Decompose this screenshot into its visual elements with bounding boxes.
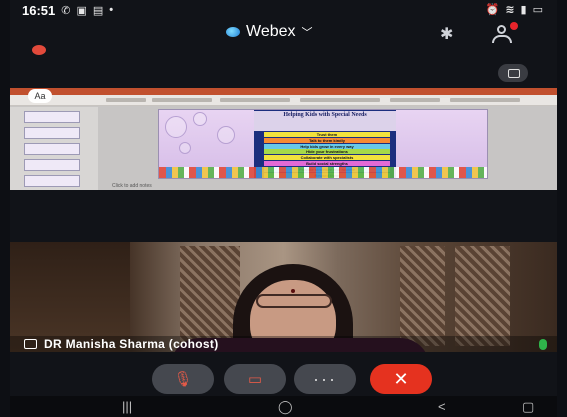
ribbon-group [152, 98, 212, 102]
alarm-icon: ⏰ [485, 4, 500, 16]
status-left: 16:51 ✆ ▣ ▤ • [22, 3, 113, 18]
slide-thumbnail [24, 127, 80, 139]
background-lattice [455, 246, 510, 346]
current-slide: Helping Kids with Special Needs Trust th… [158, 109, 488, 179]
close-icon: ✕ [393, 368, 409, 389]
slide-thumbnail [24, 175, 80, 187]
slide-thumbnail [24, 159, 80, 171]
ribbon-group [300, 98, 380, 102]
video-off-icon: ▭ [247, 371, 263, 388]
app-name: Webex [246, 23, 296, 40]
app-header: Webex ﹀ ✱ [10, 20, 557, 48]
participant-glasses [256, 294, 332, 308]
more-options-button[interactable]: ··· [294, 364, 356, 394]
leave-meeting-button[interactable]: ✕ [370, 364, 432, 394]
slide-title: Helping Kids with Special Needs [254, 111, 396, 131]
background-lattice [180, 246, 240, 346]
annotation-cursor-badge: Aa [28, 89, 52, 103]
participants-icon-head [497, 25, 506, 34]
participants-icon[interactable] [492, 22, 518, 43]
whatsapp-icon: ✆ [61, 4, 71, 17]
background-lattice [400, 246, 445, 346]
back-button[interactable]: < [438, 399, 446, 414]
participant-name-bar: DR Manisha Sharma (cohost) [10, 336, 557, 352]
slide-thumbnail [24, 111, 80, 123]
recents-button[interactable]: ||| [122, 399, 132, 414]
ribbon-group [450, 98, 520, 102]
slide-thumbnails-pane [10, 107, 98, 190]
system-nav-bar: ||| ◯ < ▢ [10, 396, 557, 417]
chevron-down-icon: ﹀ [301, 27, 313, 39]
wifi-icon: ≋ [505, 4, 515, 16]
slide-line: Help kids grow in every way [264, 143, 390, 149]
screen-record-icon: ▣ [76, 4, 87, 17]
screen-share-icon [24, 339, 37, 349]
meeting-switcher[interactable]: Webex ﹀ [226, 23, 313, 41]
ribbon-group [220, 98, 290, 102]
slide-line: Talk to them kindly [264, 137, 390, 143]
layout-toggle-button[interactable] [498, 64, 528, 82]
notification-badge [510, 22, 518, 30]
presentation-ribbon [10, 95, 557, 106]
battery-icon: ▭ [532, 4, 543, 16]
presentation-titlebar [10, 88, 557, 95]
more-icon: ··· [313, 368, 337, 389]
meeting-screen: 16:51 ✆ ▣ ▤ • ⏰ ≋ ▮ ▭ Webex ﹀ ✱ Aa Helpi… [10, 0, 557, 417]
participants-icon-body [492, 35, 512, 43]
gallery-icon: ▤ [92, 4, 104, 17]
ribbon-group [390, 98, 440, 102]
slide-bubble [165, 116, 187, 138]
participant-bindi [291, 289, 295, 293]
screenshot-button[interactable]: ▢ [522, 399, 534, 415]
slide-line: Build social strengths [264, 161, 390, 166]
bluetooth-icon[interactable]: ✱ [440, 24, 453, 44]
signal-icon: ▮ [520, 4, 527, 16]
notification-dot-icon: • [109, 4, 114, 16]
webex-logo-icon [226, 27, 240, 37]
mic-active-icon [539, 339, 547, 350]
status-time: 16:51 [22, 2, 56, 18]
video-toggle-button[interactable]: ▭ [224, 364, 286, 394]
ribbon-group [106, 98, 146, 102]
mic-muted-icon: 🎙 [173, 371, 193, 388]
slide-bubble [179, 142, 191, 154]
status-bar: 16:51 ✆ ▣ ▤ • ⏰ ≋ ▮ ▭ [10, 0, 557, 20]
recording-indicator-icon [32, 45, 46, 55]
home-button[interactable]: ◯ [278, 399, 293, 415]
shared-screen[interactable]: Aa Helping Kids with Special Needs Trust… [10, 88, 557, 190]
slide-bubble [217, 126, 235, 144]
slide-line: Collaborate with specialists [264, 155, 390, 161]
slide-bubble [193, 112, 207, 126]
status-right: ⏰ ≋ ▮ ▭ [486, 3, 543, 16]
slide-line: Trust them [264, 132, 390, 137]
call-controls: 🎙 ▭ ··· ✕ [10, 360, 557, 396]
slide-kids-border [159, 167, 487, 178]
slide-thumbnail [24, 143, 80, 155]
slide-line: Hide your frustrations [264, 149, 390, 155]
notes-hint: Click to add notes [112, 183, 152, 189]
mute-button[interactable]: 🎙 [152, 364, 214, 394]
participant-name: DR Manisha Sharma (cohost) [44, 337, 219, 351]
